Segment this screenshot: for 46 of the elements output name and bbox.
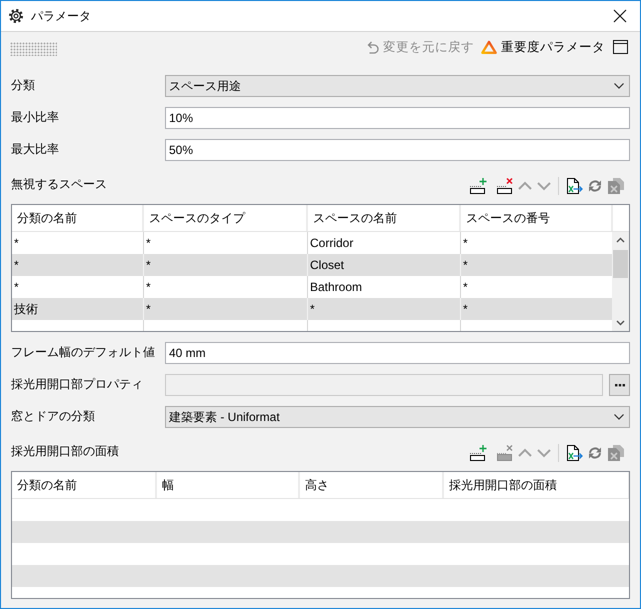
caret-icon — [614, 83, 624, 89]
caret-icon — [614, 414, 624, 420]
add-row-icon[interactable] — [469, 177, 487, 195]
file-export-icon[interactable] — [565, 444, 583, 462]
scrollbar-track[interactable] — [612, 232, 629, 331]
file-export-icon[interactable] — [565, 177, 583, 195]
table-cell: Closet — [308, 254, 461, 276]
table-cell: * — [461, 298, 612, 320]
delete-row-icon[interactable] — [496, 177, 514, 195]
table-cell: * — [461, 254, 612, 276]
undo-icon — [365, 40, 379, 54]
triangle-icon — [481, 40, 497, 54]
field-label: 分類 — [11, 76, 35, 94]
field-label: 採光用開口部プロパティ — [11, 376, 143, 392]
grip-icon[interactable] — [10, 42, 57, 56]
table-cell: * — [12, 254, 144, 276]
table-cell: 技術 — [12, 298, 144, 320]
table-cell: * — [144, 254, 308, 276]
field-label: 最小比率 — [11, 108, 59, 126]
window-title: パラメータ — [31, 8, 91, 24]
text-field[interactable]: 50% — [165, 139, 630, 161]
browse-button[interactable] — [609, 374, 630, 396]
severity-parameters-button[interactable]: 重要度パラメータ — [481, 38, 605, 56]
table-cell: * — [144, 276, 308, 298]
section-title: 採光用開口部の面積 — [11, 442, 119, 460]
text-field[interactable]: 40 mm — [165, 342, 630, 364]
scrollbar-thumb[interactable] — [613, 250, 628, 278]
add-row-icon[interactable] — [469, 444, 487, 462]
window-icon[interactable] — [613, 40, 628, 54]
table-cell: Bathroom — [308, 276, 461, 298]
gear-icon — [9, 9, 23, 23]
table-cell: Corridor — [308, 232, 461, 254]
table-cell: * — [12, 232, 144, 254]
table-cell: * — [12, 276, 144, 298]
dropdown[interactable]: スペース用途 — [165, 75, 630, 97]
field-label: 窓とドアの分類 — [11, 408, 95, 424]
text-field[interactable]: 10% — [165, 107, 630, 129]
table-cell: * — [144, 232, 308, 254]
ellipsis-icon — [614, 384, 624, 386]
close-icon[interactable] — [613, 9, 627, 23]
field-label: 最大比率 — [11, 140, 59, 158]
table-cell: * — [308, 298, 461, 320]
section-title: 無視するスペース — [11, 176, 107, 192]
table-cell: * — [144, 298, 308, 320]
field-label: フレーム幅のデフォルト値 — [11, 344, 155, 360]
dropdown[interactable]: 建築要素 - Uniformat — [165, 406, 630, 428]
